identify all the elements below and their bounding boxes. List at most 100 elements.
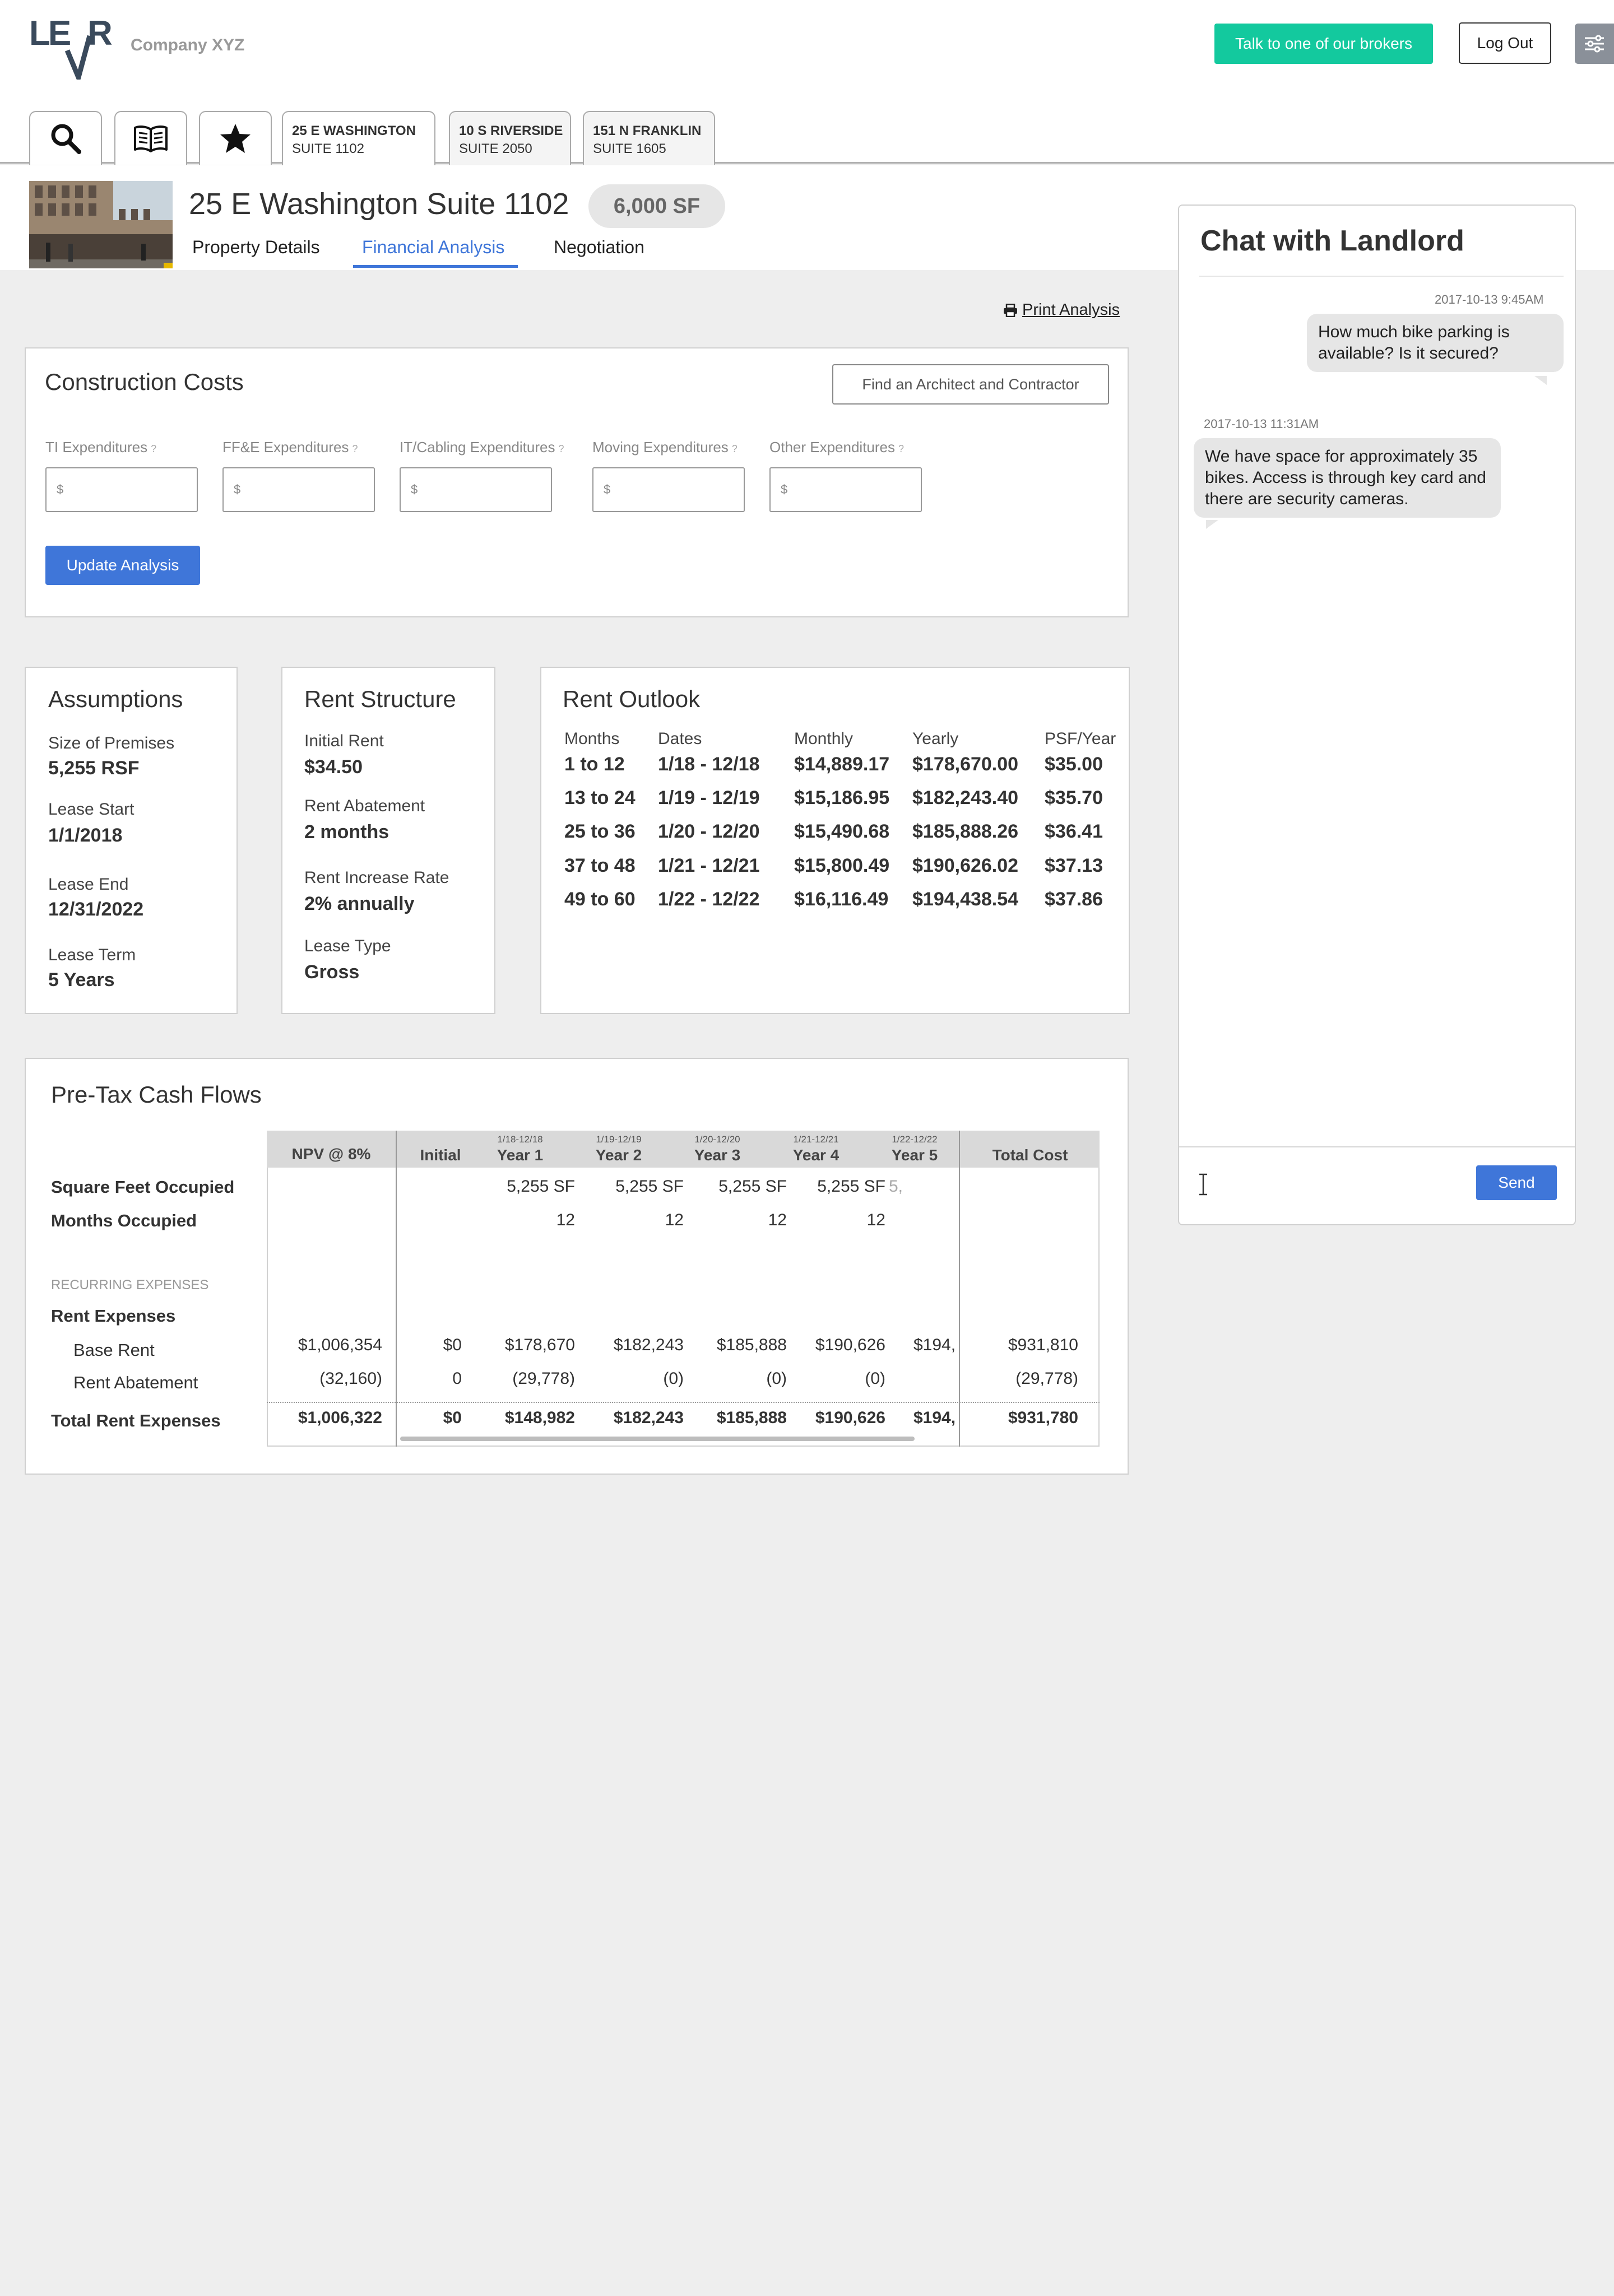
rent-outlook-header-dates: Dates [658, 729, 702, 748]
rent-increase-rate-label: Rent Increase Rate [304, 868, 449, 887]
column-header-npv: NPV @ 8% [291, 1145, 371, 1163]
subtab-property-details[interactable]: Property Details [192, 237, 320, 258]
bubble-tail [1206, 520, 1218, 529]
moving-expenditures-label: Moving Expenditures? [592, 439, 738, 456]
tab-guide[interactable] [114, 111, 187, 165]
chat-message-incoming: We have space for approximately 35 bikes… [1194, 438, 1501, 518]
row-label-base-rent: Base Rent [73, 1340, 155, 1360]
moving-expenditures-input[interactable]: $ [592, 467, 745, 512]
tab-property-10-s-riverside[interactable]: 10 S RIVERSIDE SUITE 2050 [449, 111, 571, 165]
ti-expenditures-text: TI Expenditures [45, 439, 148, 456]
rent-outlook-cell: 1/21 - 12/21 [658, 855, 760, 876]
it-cabling-expenditures-label: IT/Cabling Expenditures? [400, 439, 564, 456]
rent-outlook-cell: $35.70 [1045, 787, 1103, 808]
settings-sliders-button[interactable] [1575, 24, 1614, 64]
cash-flows-title: Pre-Tax Cash Flows [51, 1081, 262, 1108]
table-cell: 12 [665, 1211, 684, 1229]
table-cell: (29,778) [512, 1369, 575, 1388]
initial-rent-label: Initial Rent [304, 732, 384, 750]
tab-property-line1: 25 E WASHINGTON [292, 123, 416, 138]
text-cursor-icon [1198, 1173, 1208, 1201]
it-cabling-expenditures-input[interactable]: $ [400, 467, 552, 512]
table-cell: $185,888 [716, 1409, 787, 1427]
chat-message-outgoing: How much bike parking is available? Is i… [1307, 314, 1564, 372]
tab-property-151-n-franklin[interactable]: 151 N FRANKLIN SUITE 1605 [583, 111, 715, 165]
log-out-button[interactable]: Log Out [1459, 22, 1551, 64]
table-cell: $931,780 [1008, 1409, 1078, 1427]
help-icon[interactable]: ? [558, 443, 564, 454]
rent-outlook-cell: $37.13 [1045, 855, 1103, 876]
other-expenditures-text: Other Expenditures [769, 439, 896, 456]
levr-logo[interactable]: LE R [29, 17, 119, 80]
construction-costs-title: Construction Costs [45, 369, 244, 395]
size-badge: 6,000 SF [588, 184, 725, 228]
row-label-total-rent: Total Rent Expenses [51, 1411, 221, 1430]
open-book-icon [134, 126, 168, 152]
column-header-year5: Year 5 [891, 1146, 938, 1164]
active-subtab-underline [353, 265, 518, 268]
table-cell: 0 [452, 1369, 462, 1388]
property-title: 25 E Washington Suite 1102 [189, 187, 569, 221]
rent-outlook-cell: 25 to 36 [564, 821, 636, 842]
tab-property-25-e-washington[interactable]: 25 E WASHINGTON SUITE 1102 [282, 111, 435, 166]
ti-expenditures-input[interactable]: $ [45, 467, 198, 512]
rent-outlook-cell: $35.00 [1045, 754, 1103, 775]
row-label-months: Months Occupied [51, 1211, 197, 1230]
ffe-expenditures-input[interactable]: $ [222, 467, 375, 512]
column-header-total-cost: Total Cost [992, 1146, 1068, 1164]
update-analysis-button[interactable]: Update Analysis [45, 546, 200, 585]
tab-search[interactable] [29, 111, 102, 165]
find-architect-button[interactable]: Find an Architect and Contractor [832, 364, 1109, 405]
rent-outlook-cell: $190,626.02 [912, 855, 1019, 876]
ffe-expenditures-label: FF&E Expenditures? [222, 439, 358, 456]
rent-abatement-value: 2 months [304, 821, 389, 843]
column-header-year2: Year 2 [595, 1146, 642, 1164]
table-cell: $0 [443, 1409, 462, 1427]
printer-icon [1004, 303, 1017, 317]
table-cell: $190,626 [815, 1409, 885, 1427]
table-cell: $148,982 [504, 1409, 575, 1427]
tab-property-line1: 151 N FRANKLIN [593, 123, 702, 138]
rent-outlook-cell: 1/19 - 12/19 [658, 787, 760, 808]
table-cell: (29,778) [1015, 1369, 1078, 1388]
help-icon[interactable]: ? [352, 443, 358, 454]
rent-structure-title: Rent Structure [304, 686, 456, 712]
lease-start-value: 1/1/2018 [48, 825, 123, 846]
property-photo [29, 181, 173, 268]
help-icon[interactable]: ? [151, 443, 156, 454]
initial-rent-value: $34.50 [304, 756, 363, 778]
send-button[interactable]: Send [1476, 1165, 1557, 1200]
subtab-negotiation[interactable]: Negotiation [554, 237, 644, 258]
message-timestamp: 2017-10-13 9:45AM [1435, 292, 1544, 306]
other-expenditures-input[interactable]: $ [769, 467, 922, 512]
chat-footer-divider [1179, 1146, 1575, 1147]
table-cell: 12 [556, 1211, 575, 1229]
rent-outlook-cell: 1 to 12 [564, 754, 625, 775]
svg-text:LE: LE [29, 17, 70, 53]
rent-outlook-cell: $194,438.54 [912, 889, 1019, 910]
table-cell: 12 [866, 1211, 885, 1229]
subtab-financial-analysis[interactable]: Financial Analysis [362, 237, 504, 258]
table-cell: (0) [766, 1369, 787, 1388]
help-icon[interactable]: ? [732, 443, 738, 454]
help-icon[interactable]: ? [898, 443, 904, 454]
assumptions-title: Assumptions [48, 686, 183, 712]
rent-outlook-cell: 1/22 - 12/22 [658, 889, 760, 910]
tab-favorites[interactable] [199, 111, 272, 165]
column-header-year4: Year 4 [792, 1146, 840, 1164]
table-cell: $0 [443, 1336, 462, 1354]
column-header-year3: Year 3 [694, 1146, 741, 1164]
chat-divider [1199, 276, 1564, 277]
talk-to-broker-button[interactable]: Talk to one of our brokers [1214, 24, 1433, 64]
chat-message-input[interactable] [1194, 1166, 1457, 1206]
tab-property-line2: SUITE 1605 [593, 141, 666, 156]
column-date-year5: 1/22-12/22 [892, 1134, 938, 1145]
rent-outlook-cell: $15,800.49 [794, 855, 890, 876]
rent-outlook-title: Rent Outlook [563, 686, 701, 712]
print-analysis-link[interactable]: Print Analysis [1003, 301, 1120, 319]
lease-end-value: 12/31/2022 [48, 899, 144, 920]
ti-expenditures-label: TI Expenditures? [45, 439, 156, 456]
top-bar: LE R Company XYZ Talk to one of our brok… [0, 0, 1614, 166]
chat-title: Chat with Landlord [1200, 225, 1464, 257]
horizontal-scrollbar[interactable] [400, 1437, 915, 1441]
